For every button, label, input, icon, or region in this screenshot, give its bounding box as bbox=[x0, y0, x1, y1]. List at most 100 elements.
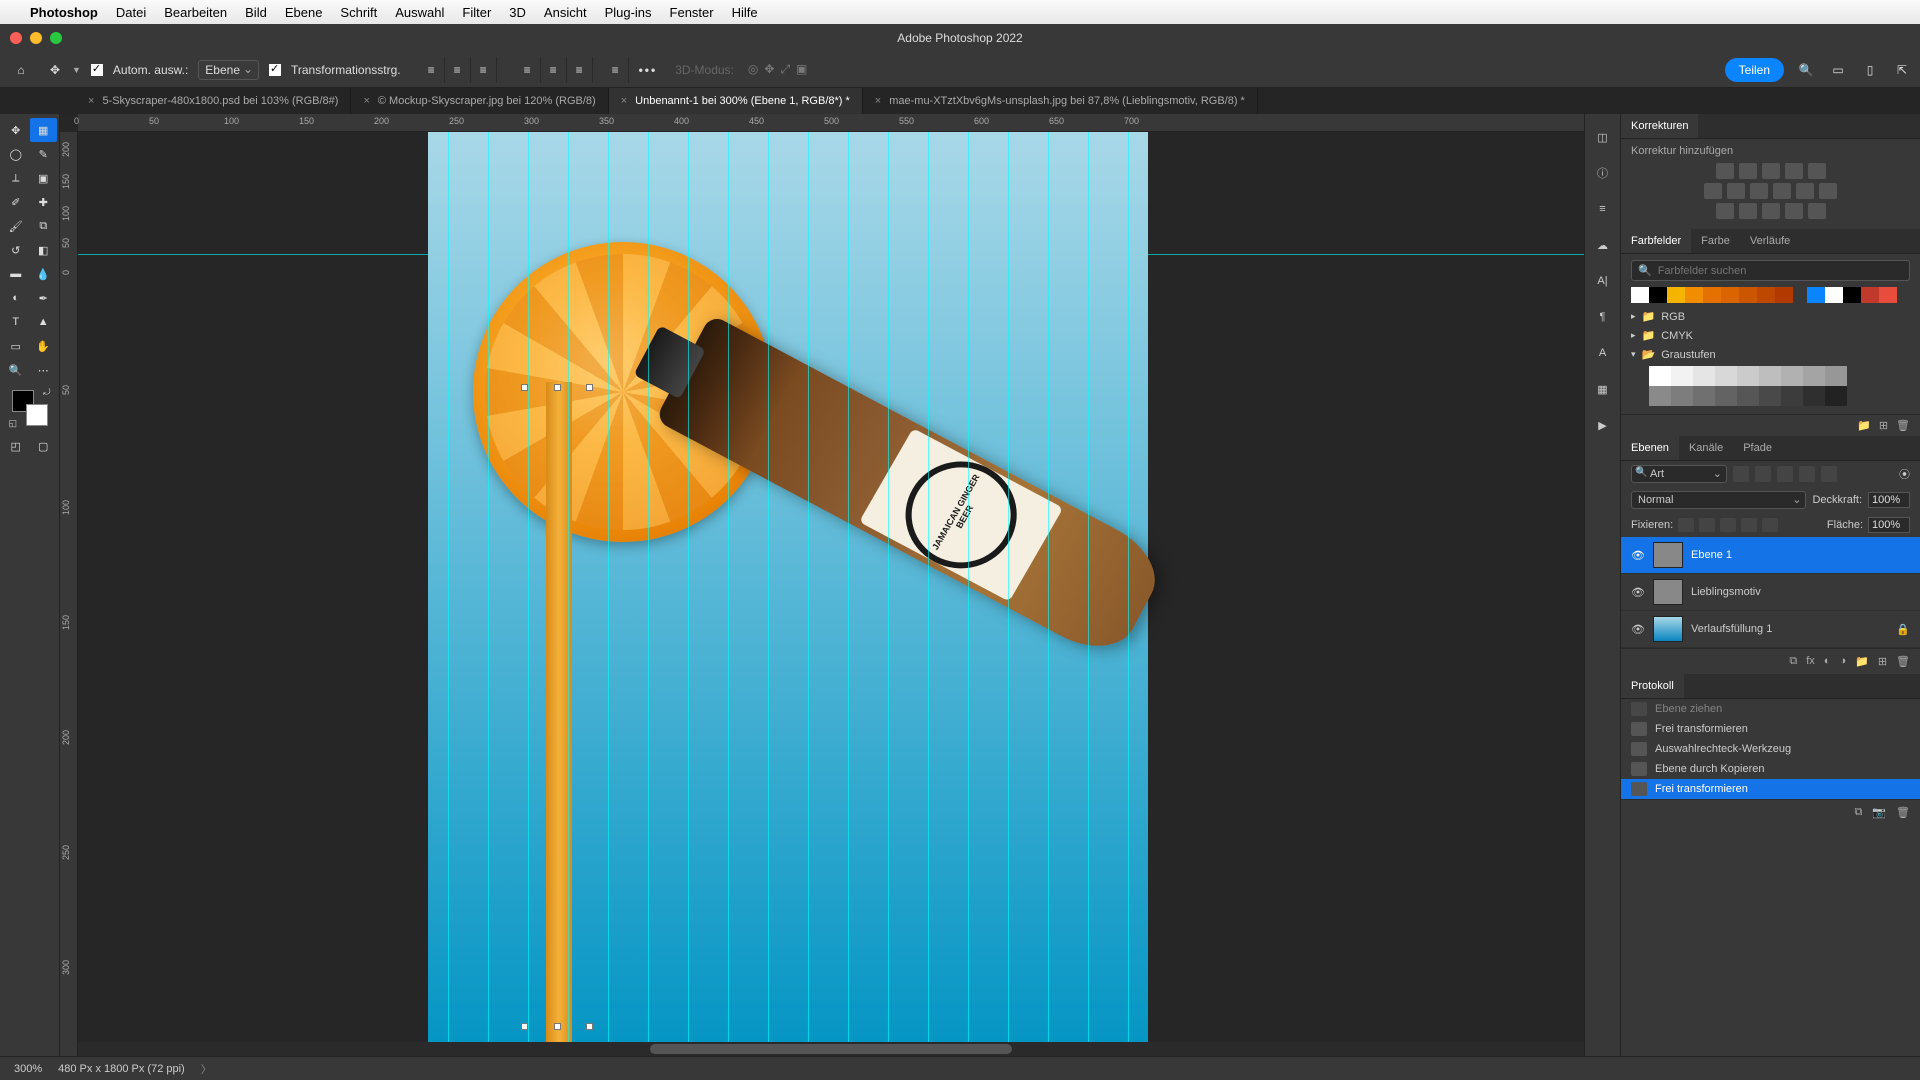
minimize-icon[interactable] bbox=[30, 32, 42, 44]
menu-ebene[interactable]: Ebene bbox=[285, 5, 323, 20]
layer-thumb[interactable] bbox=[1653, 579, 1683, 605]
swatch[interactable] bbox=[1879, 287, 1897, 303]
vertical-guide[interactable] bbox=[608, 132, 609, 1042]
swatch[interactable] bbox=[1721, 287, 1739, 303]
adjustments-panel-icon[interactable]: ≡ bbox=[1592, 198, 1614, 220]
layer-row[interactable]: 👁Verlaufsfüllung 1🔒 bbox=[1621, 611, 1920, 648]
swatch-search-input[interactable] bbox=[1658, 265, 1903, 277]
swatch-folder-icon[interactable]: 📁 bbox=[1857, 419, 1871, 432]
filter-pixel-icon[interactable] bbox=[1733, 466, 1749, 482]
new-layer-icon[interactable]: ⊞ bbox=[1878, 655, 1887, 668]
visibility-icon[interactable]: 👁 bbox=[1631, 623, 1645, 636]
swatch[interactable] bbox=[1715, 386, 1737, 406]
stamp-tool-icon[interactable]: ⧉ bbox=[30, 214, 58, 238]
3d-slide-icon[interactable]: ⤢ bbox=[780, 62, 790, 77]
swatch[interactable] bbox=[1631, 287, 1649, 303]
menu-filter[interactable]: Filter bbox=[462, 5, 491, 20]
swatch[interactable] bbox=[1861, 287, 1879, 303]
swatch[interactable] bbox=[1693, 386, 1715, 406]
history-step[interactable]: Ebene ziehen bbox=[1621, 699, 1920, 719]
swatch[interactable] bbox=[1693, 366, 1715, 386]
swatch[interactable] bbox=[1781, 386, 1803, 406]
background-color[interactable] bbox=[26, 404, 48, 426]
vertical-guide[interactable] bbox=[1008, 132, 1009, 1042]
fill-input[interactable] bbox=[1868, 517, 1910, 533]
menu-fenster[interactable]: Fenster bbox=[670, 5, 714, 20]
swatch[interactable] bbox=[1781, 366, 1803, 386]
export-icon[interactable]: ⇱ bbox=[1892, 60, 1912, 80]
menu-bild[interactable]: Bild bbox=[245, 5, 267, 20]
menu-datei[interactable]: Datei bbox=[116, 5, 146, 20]
close-tab-icon[interactable]: × bbox=[88, 95, 94, 107]
dodge-tool-icon[interactable]: ◐ bbox=[2, 286, 30, 310]
eraser-tool-icon[interactable]: ◧ bbox=[30, 238, 58, 262]
menu-3d[interactable]: 3D bbox=[509, 5, 526, 20]
gradientmap-icon[interactable] bbox=[1808, 203, 1826, 219]
swatch[interactable] bbox=[1825, 386, 1847, 406]
vertical-guide[interactable] bbox=[928, 132, 929, 1042]
swatch[interactable] bbox=[1759, 366, 1781, 386]
filter-shape-icon[interactable] bbox=[1799, 466, 1815, 482]
healing-tool-icon[interactable]: ✚ bbox=[30, 190, 58, 214]
invert-icon[interactable] bbox=[1716, 203, 1734, 219]
path-select-icon[interactable]: ▲ bbox=[30, 310, 58, 334]
hue-icon[interactable] bbox=[1704, 183, 1722, 199]
lock-artboard-icon[interactable] bbox=[1741, 518, 1757, 532]
colorbalance-icon[interactable] bbox=[1727, 183, 1745, 199]
swatch[interactable] bbox=[1667, 287, 1685, 303]
tab-protokoll[interactable]: Protokoll bbox=[1621, 674, 1684, 698]
swap-colors-icon[interactable]: ⤾ bbox=[43, 387, 51, 398]
gradient-tool-icon[interactable]: ▬ bbox=[2, 262, 30, 286]
swatch[interactable] bbox=[1775, 287, 1793, 303]
close-tab-icon[interactable]: × bbox=[621, 95, 627, 107]
character-panel-icon[interactable]: A| bbox=[1592, 270, 1614, 292]
bw-icon[interactable] bbox=[1750, 183, 1768, 199]
pen-tool-icon[interactable]: ✒ bbox=[30, 286, 58, 310]
home-icon[interactable]: ⌂ bbox=[8, 57, 34, 83]
opacity-input[interactable] bbox=[1868, 492, 1910, 508]
colorlookup-icon[interactable] bbox=[1819, 183, 1837, 199]
filter-toggle-icon[interactable]: ⦿ bbox=[1899, 466, 1910, 482]
adjustment-layer-icon[interactable]: ◑ bbox=[1839, 655, 1846, 668]
share-button[interactable]: Teilen bbox=[1725, 58, 1784, 82]
swatch[interactable] bbox=[1825, 366, 1847, 386]
crop-tool-icon[interactable]: ⟂ bbox=[2, 166, 30, 190]
swatch[interactable] bbox=[1825, 287, 1843, 303]
document-canvas[interactable]: JAMAICAN GINGER BEER bbox=[78, 132, 1584, 1042]
3d-pan-icon[interactable]: ✥ bbox=[764, 62, 774, 77]
libraries-panel-icon[interactable]: ☁ bbox=[1592, 234, 1614, 256]
history-doc-icon[interactable]: ⧉ bbox=[1854, 806, 1862, 819]
type-tool-icon[interactable]: T bbox=[2, 310, 30, 334]
tab-doc-0[interactable]: ×5-Skyscraper-480x1800.psd bei 103% (RGB… bbox=[76, 88, 351, 114]
vertical-guide[interactable] bbox=[848, 132, 849, 1042]
vertical-guide[interactable] bbox=[648, 132, 649, 1042]
auto-select-target[interactable]: Ebene bbox=[198, 60, 259, 80]
3d-orbit-icon[interactable]: ◎ bbox=[748, 62, 758, 77]
align-right-icon[interactable]: ≡ bbox=[471, 57, 497, 83]
tab-doc-2[interactable]: ×Unbenannt-1 bei 300% (Ebene 1, RGB/8*) … bbox=[609, 88, 863, 114]
horizontal-scrollbar[interactable] bbox=[78, 1042, 1584, 1056]
vertical-guide[interactable] bbox=[568, 132, 569, 1042]
tab-doc-1[interactable]: ×© Mockup-Skyscraper.jpg bei 120% (RGB/8… bbox=[351, 88, 608, 114]
history-brush-icon[interactable]: ↺ bbox=[2, 238, 30, 262]
vertical-guide[interactable] bbox=[968, 132, 969, 1042]
swatch[interactable] bbox=[1737, 386, 1759, 406]
lock-position-icon[interactable] bbox=[1720, 518, 1736, 532]
posterize-icon[interactable] bbox=[1739, 203, 1757, 219]
blur-tool-icon[interactable]: 💧 bbox=[30, 262, 58, 286]
close-tab-icon[interactable]: × bbox=[875, 95, 881, 107]
photofilter-icon[interactable] bbox=[1773, 183, 1791, 199]
arrange-icon[interactable]: ▯ bbox=[1860, 60, 1880, 80]
vertical-guide[interactable] bbox=[488, 132, 489, 1042]
swatch[interactable] bbox=[1649, 366, 1671, 386]
swatch[interactable] bbox=[1757, 287, 1775, 303]
move-tool-icon[interactable]: ✥ bbox=[2, 118, 30, 142]
properties-panel-icon[interactable]: ◫ bbox=[1592, 126, 1614, 148]
brightness-icon[interactable] bbox=[1716, 163, 1734, 179]
close-tab-icon[interactable]: × bbox=[363, 95, 369, 107]
actions-panel-icon[interactable]: ▶ bbox=[1592, 414, 1614, 436]
menu-auswahl[interactable]: Auswahl bbox=[395, 5, 444, 20]
visibility-icon[interactable]: 👁 bbox=[1631, 586, 1645, 599]
blend-mode-select[interactable]: Normal bbox=[1631, 491, 1806, 509]
glyphs-panel-icon[interactable]: A bbox=[1592, 342, 1614, 364]
